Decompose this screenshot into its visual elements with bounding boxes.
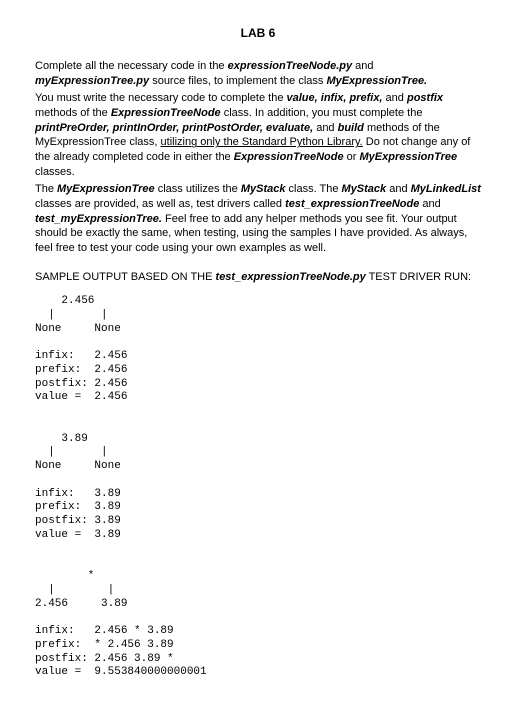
- classname: MyExpressionTree: [360, 151, 458, 163]
- page-title: LAB 6: [35, 25, 481, 41]
- text: and: [419, 198, 440, 210]
- filename: test_expressionTreeNode.py: [216, 271, 366, 283]
- text: Complete all the necessary code in the: [35, 60, 228, 72]
- text: class. The: [285, 183, 341, 195]
- text: classes are provided, as well as, test d…: [35, 198, 285, 210]
- paragraph-2: You must write the necessary code to com…: [35, 91, 481, 180]
- text: class. In addition, you must complete th…: [221, 107, 423, 119]
- paragraph-1: Complete all the necessary code in the e…: [35, 59, 481, 89]
- sample-output: 2.456 | | None None infix: 2.456 prefix:…: [35, 295, 481, 680]
- method-list: value, infix, prefix,: [287, 92, 383, 104]
- filename: test_myExpressionTree.: [35, 213, 162, 225]
- classname: MyStack: [342, 183, 387, 195]
- classname: MyStack: [241, 183, 286, 195]
- text: The: [35, 183, 57, 195]
- filename: expressionTreeNode.py: [228, 60, 353, 72]
- paragraph-3: The MyExpressionTree class utilizes the …: [35, 182, 481, 256]
- text: and: [313, 122, 337, 134]
- text: and: [383, 92, 407, 104]
- classname: MyExpressionTree: [57, 183, 155, 195]
- text: classes.: [35, 166, 75, 178]
- text: and: [386, 183, 410, 195]
- text: class utilizes the: [155, 183, 241, 195]
- method-list: printPreOrder, printInOrder, printPostOr…: [35, 122, 313, 134]
- text: source files, to implement the class: [149, 75, 326, 87]
- text: and: [352, 60, 373, 72]
- method: postfix: [407, 92, 443, 104]
- constraint: utilizing only the Standard Python Libra…: [161, 136, 363, 148]
- text: You must write the necessary code to com…: [35, 92, 287, 104]
- text: methods of the: [35, 107, 111, 119]
- classname: ExpressionTreeNode: [234, 151, 344, 163]
- text: TEST DRIVER RUN:: [366, 271, 471, 283]
- classname: MyExpressionTree.: [326, 75, 427, 87]
- classname: MyLinkedList: [411, 183, 481, 195]
- filename: myExpressionTree.py: [35, 75, 149, 87]
- sample-output-header: SAMPLE OUTPUT BASED ON THE test_expressi…: [35, 270, 481, 285]
- classname: ExpressionTreeNode: [111, 107, 221, 119]
- method: build: [338, 122, 364, 134]
- text: SAMPLE OUTPUT BASED ON THE: [35, 271, 216, 283]
- filename: test_expressionTreeNode: [285, 198, 419, 210]
- instructions-block: Complete all the necessary code in the e…: [35, 59, 481, 256]
- text: or: [344, 151, 360, 163]
